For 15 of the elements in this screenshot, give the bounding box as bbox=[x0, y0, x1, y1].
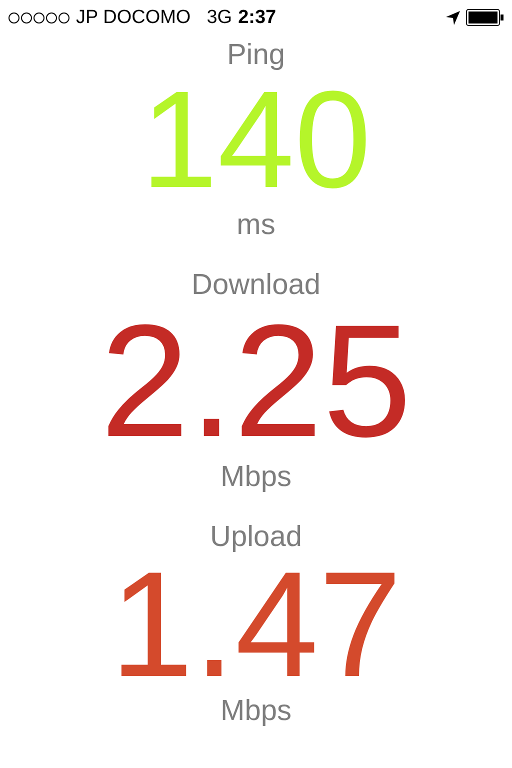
network-type: 3G bbox=[206, 6, 232, 28]
metric-value: 2.25 bbox=[100, 305, 412, 457]
clock-time: 2:37 bbox=[238, 6, 276, 28]
metric-unit: Mbps bbox=[220, 460, 292, 495]
metric-label: Download bbox=[192, 268, 320, 303]
metric-label: Upload bbox=[210, 520, 302, 555]
metric-unit: Mbps bbox=[220, 694, 292, 729]
carrier-name: JP DOCOMO bbox=[76, 6, 191, 28]
metric-label: Ping bbox=[226, 38, 286, 73]
location-icon bbox=[446, 10, 460, 24]
metric-unit: ms bbox=[236, 208, 276, 243]
signal-icon bbox=[8, 12, 70, 24]
battery-icon bbox=[466, 9, 504, 26]
metric-value: 140 bbox=[140, 75, 372, 205]
metric-value: 1.47 bbox=[110, 557, 402, 691]
